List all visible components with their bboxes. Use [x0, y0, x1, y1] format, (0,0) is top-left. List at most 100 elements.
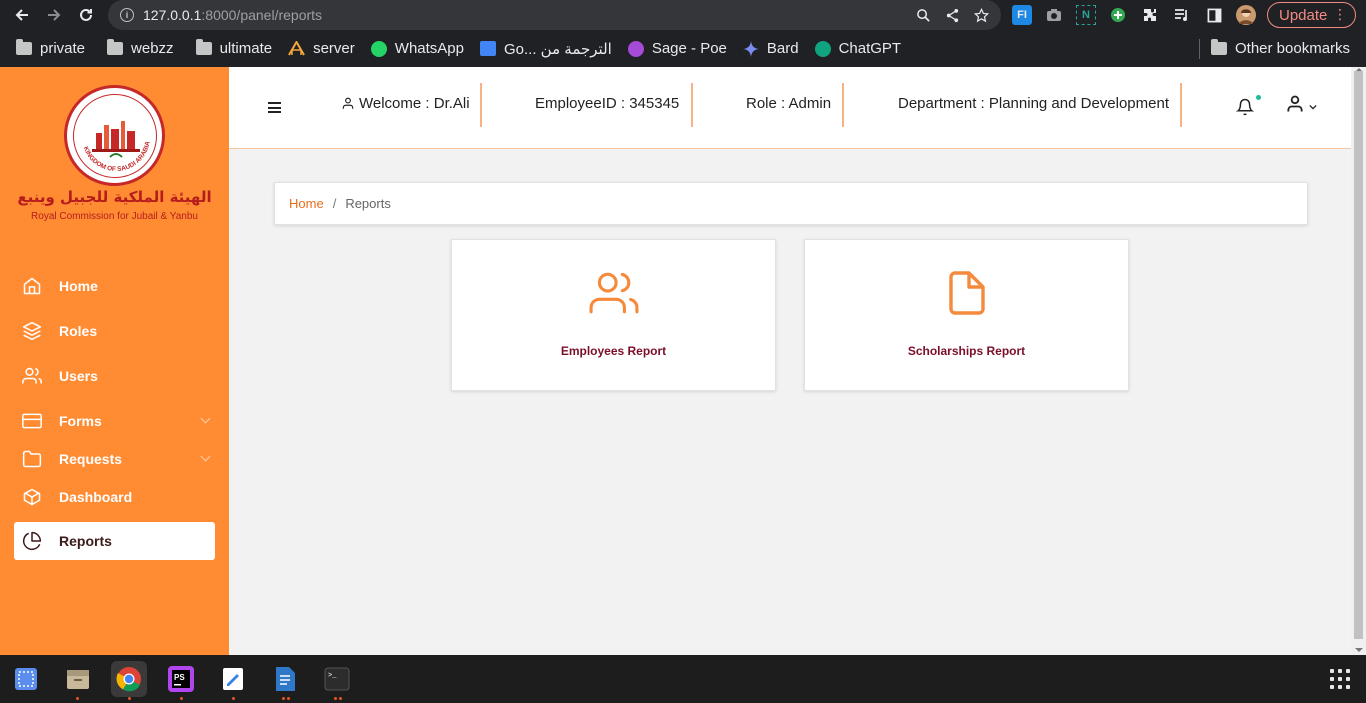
- commission-logo: KINGDOM OF SAUDI ARABIA: [64, 85, 165, 186]
- bookmark-star-icon[interactable]: [974, 7, 989, 23]
- forward-icon[interactable]: [39, 0, 69, 30]
- chrome-app-icon[interactable]: [111, 661, 147, 697]
- url-path: :8000/panel/reports: [201, 7, 323, 23]
- header-divider: [480, 83, 482, 127]
- add-extension-icon[interactable]: [1108, 5, 1128, 25]
- screenshot-app-icon[interactable]: [8, 661, 44, 697]
- running-indicator: [180, 697, 183, 700]
- text-editor-app-icon[interactable]: [215, 661, 251, 697]
- card-title: Scholarships Report: [907, 344, 1026, 358]
- bookmark-google-translate[interactable]: Go... الترجمة من: [479, 40, 612, 58]
- employees-report-card[interactable]: Employees Report: [451, 239, 776, 391]
- sidebar-item-label: Reports: [59, 533, 112, 549]
- users-icon: [589, 272, 638, 314]
- bookmarks-divider: [1199, 39, 1200, 59]
- bookmark-ultimate[interactable]: ultimate: [195, 39, 272, 57]
- profile-menu[interactable]: [1285, 93, 1317, 120]
- app-grid-icon[interactable]: [1330, 669, 1350, 689]
- folder-icon: [21, 448, 43, 470]
- update-label: Update: [1279, 6, 1328, 24]
- terminal-app-icon[interactable]: >_: [319, 661, 355, 697]
- sidebar-item-label: Forms: [59, 413, 102, 429]
- address-bar[interactable]: i 127.0.0.1:8000/panel/reports: [108, 0, 1001, 30]
- bookmark-server[interactable]: server: [288, 39, 355, 57]
- breadcrumb-home-link[interactable]: Home: [289, 196, 324, 211]
- more-menu-icon[interactable]: ⋮: [1333, 6, 1347, 23]
- running-indicator: [334, 697, 337, 700]
- running-indicator: [232, 697, 235, 700]
- sidebar-item-users[interactable]: Users: [14, 357, 215, 395]
- running-indicator: [287, 697, 290, 700]
- folder-icon: [1211, 39, 1227, 55]
- bookmark-poe[interactable]: Sage - Poe: [627, 40, 727, 57]
- camera-extension-icon[interactable]: [1044, 5, 1064, 25]
- scholarships-report-card[interactable]: Scholarships Report: [804, 239, 1129, 391]
- running-indicator: [76, 697, 79, 700]
- puzzle-extensions-icon[interactable]: [1140, 5, 1160, 25]
- header-divider: [842, 83, 844, 127]
- side-panel-icon[interactable]: [1204, 5, 1224, 25]
- scrollbar-thumb[interactable]: [1354, 71, 1363, 639]
- url-host: 127.0.0.1: [143, 7, 202, 23]
- browser-toolbar: i 127.0.0.1:8000/panel/reports FI N Upda…: [0, 0, 1366, 30]
- bookmark-whatsapp[interactable]: WhatsApp: [370, 40, 464, 57]
- page-scrollbar[interactable]: [1351, 67, 1366, 655]
- bookmark-chatgpt[interactable]: ChatGPT: [814, 40, 901, 57]
- extension-fi-icon[interactable]: FI: [1012, 5, 1032, 25]
- document-viewer-app-icon[interactable]: [267, 661, 303, 697]
- header-divider: [691, 83, 693, 127]
- bard-icon: [742, 40, 759, 57]
- back-icon[interactable]: [7, 0, 37, 30]
- site-info-icon[interactable]: i: [120, 8, 134, 22]
- chevron-down-icon[interactable]: [200, 451, 211, 462]
- update-button[interactable]: Update ⋮: [1267, 2, 1356, 28]
- scroll-down-icon[interactable]: [1355, 648, 1363, 652]
- pie-chart-icon: [21, 530, 43, 552]
- sidebar: KINGDOM OF SAUDI ARABIA الهيئة الملكية ل…: [0, 67, 229, 655]
- sidebar-item-home[interactable]: Home: [14, 267, 215, 305]
- files-app-icon[interactable]: [60, 661, 96, 697]
- folder-icon: [107, 39, 124, 55]
- chevron-down-icon[interactable]: [200, 413, 211, 424]
- role-text: Role : Admin: [746, 95, 832, 112]
- share-icon[interactable]: [945, 8, 960, 23]
- bookmark-webzz[interactable]: webzz: [107, 39, 174, 57]
- media-control-icon[interactable]: [1172, 5, 1192, 25]
- sidebar-item-label: Home: [59, 278, 98, 294]
- sidebar-item-label: Requests: [59, 451, 123, 467]
- brand-name-english: Royal Commission for Jubail & Yanbu: [31, 211, 198, 222]
- sidebar-item-forms[interactable]: Forms: [14, 402, 215, 440]
- brand-name-arabic: الهيئة الملكية للجبيل وينبع: [17, 188, 212, 206]
- bookmark-bard[interactable]: Bard: [742, 40, 799, 57]
- running-indicator: [339, 697, 342, 700]
- main-content: Welcome : Dr.Ali EmployeeID : 345345 Rol…: [229, 67, 1351, 655]
- sidebar-item-label: Users: [59, 368, 98, 384]
- reload-icon[interactable]: [71, 0, 101, 30]
- zoom-icon[interactable]: [916, 8, 931, 23]
- home-icon: [21, 275, 43, 297]
- breadcrumb: Home / Reports: [274, 182, 1308, 225]
- poe-icon: [627, 40, 644, 57]
- layers-icon: [21, 320, 43, 342]
- phpstorm-app-icon[interactable]: PS: [163, 661, 199, 697]
- extension-n-icon[interactable]: N: [1076, 5, 1096, 25]
- breadcrumb-current: Reports: [345, 196, 391, 211]
- sidebar-item-requests[interactable]: Requests: [14, 440, 215, 478]
- sidebar-item-reports[interactable]: Reports: [14, 522, 215, 560]
- user-icon: [342, 97, 354, 109]
- card-title: Employees Report: [560, 344, 667, 358]
- sidebar-item-roles[interactable]: Roles: [14, 312, 215, 350]
- profile-avatar-icon[interactable]: [1236, 5, 1256, 25]
- whatsapp-icon: [370, 40, 387, 57]
- folder-icon: [16, 39, 32, 55]
- sidebar-item-label: Roles: [59, 323, 98, 339]
- sidebar-item-dashboard[interactable]: Dashboard: [14, 478, 215, 516]
- menu-toggle-icon[interactable]: [268, 102, 281, 113]
- running-indicator: [128, 697, 131, 700]
- header-divider: [1180, 83, 1182, 127]
- svg-text:PS: PS: [174, 673, 185, 682]
- other-bookmarks[interactable]: Other bookmarks: [1211, 30, 1350, 67]
- bell-icon[interactable]: [1236, 97, 1254, 117]
- chevron-down-icon: [1309, 104, 1317, 110]
- bookmark-private[interactable]: private: [16, 39, 85, 57]
